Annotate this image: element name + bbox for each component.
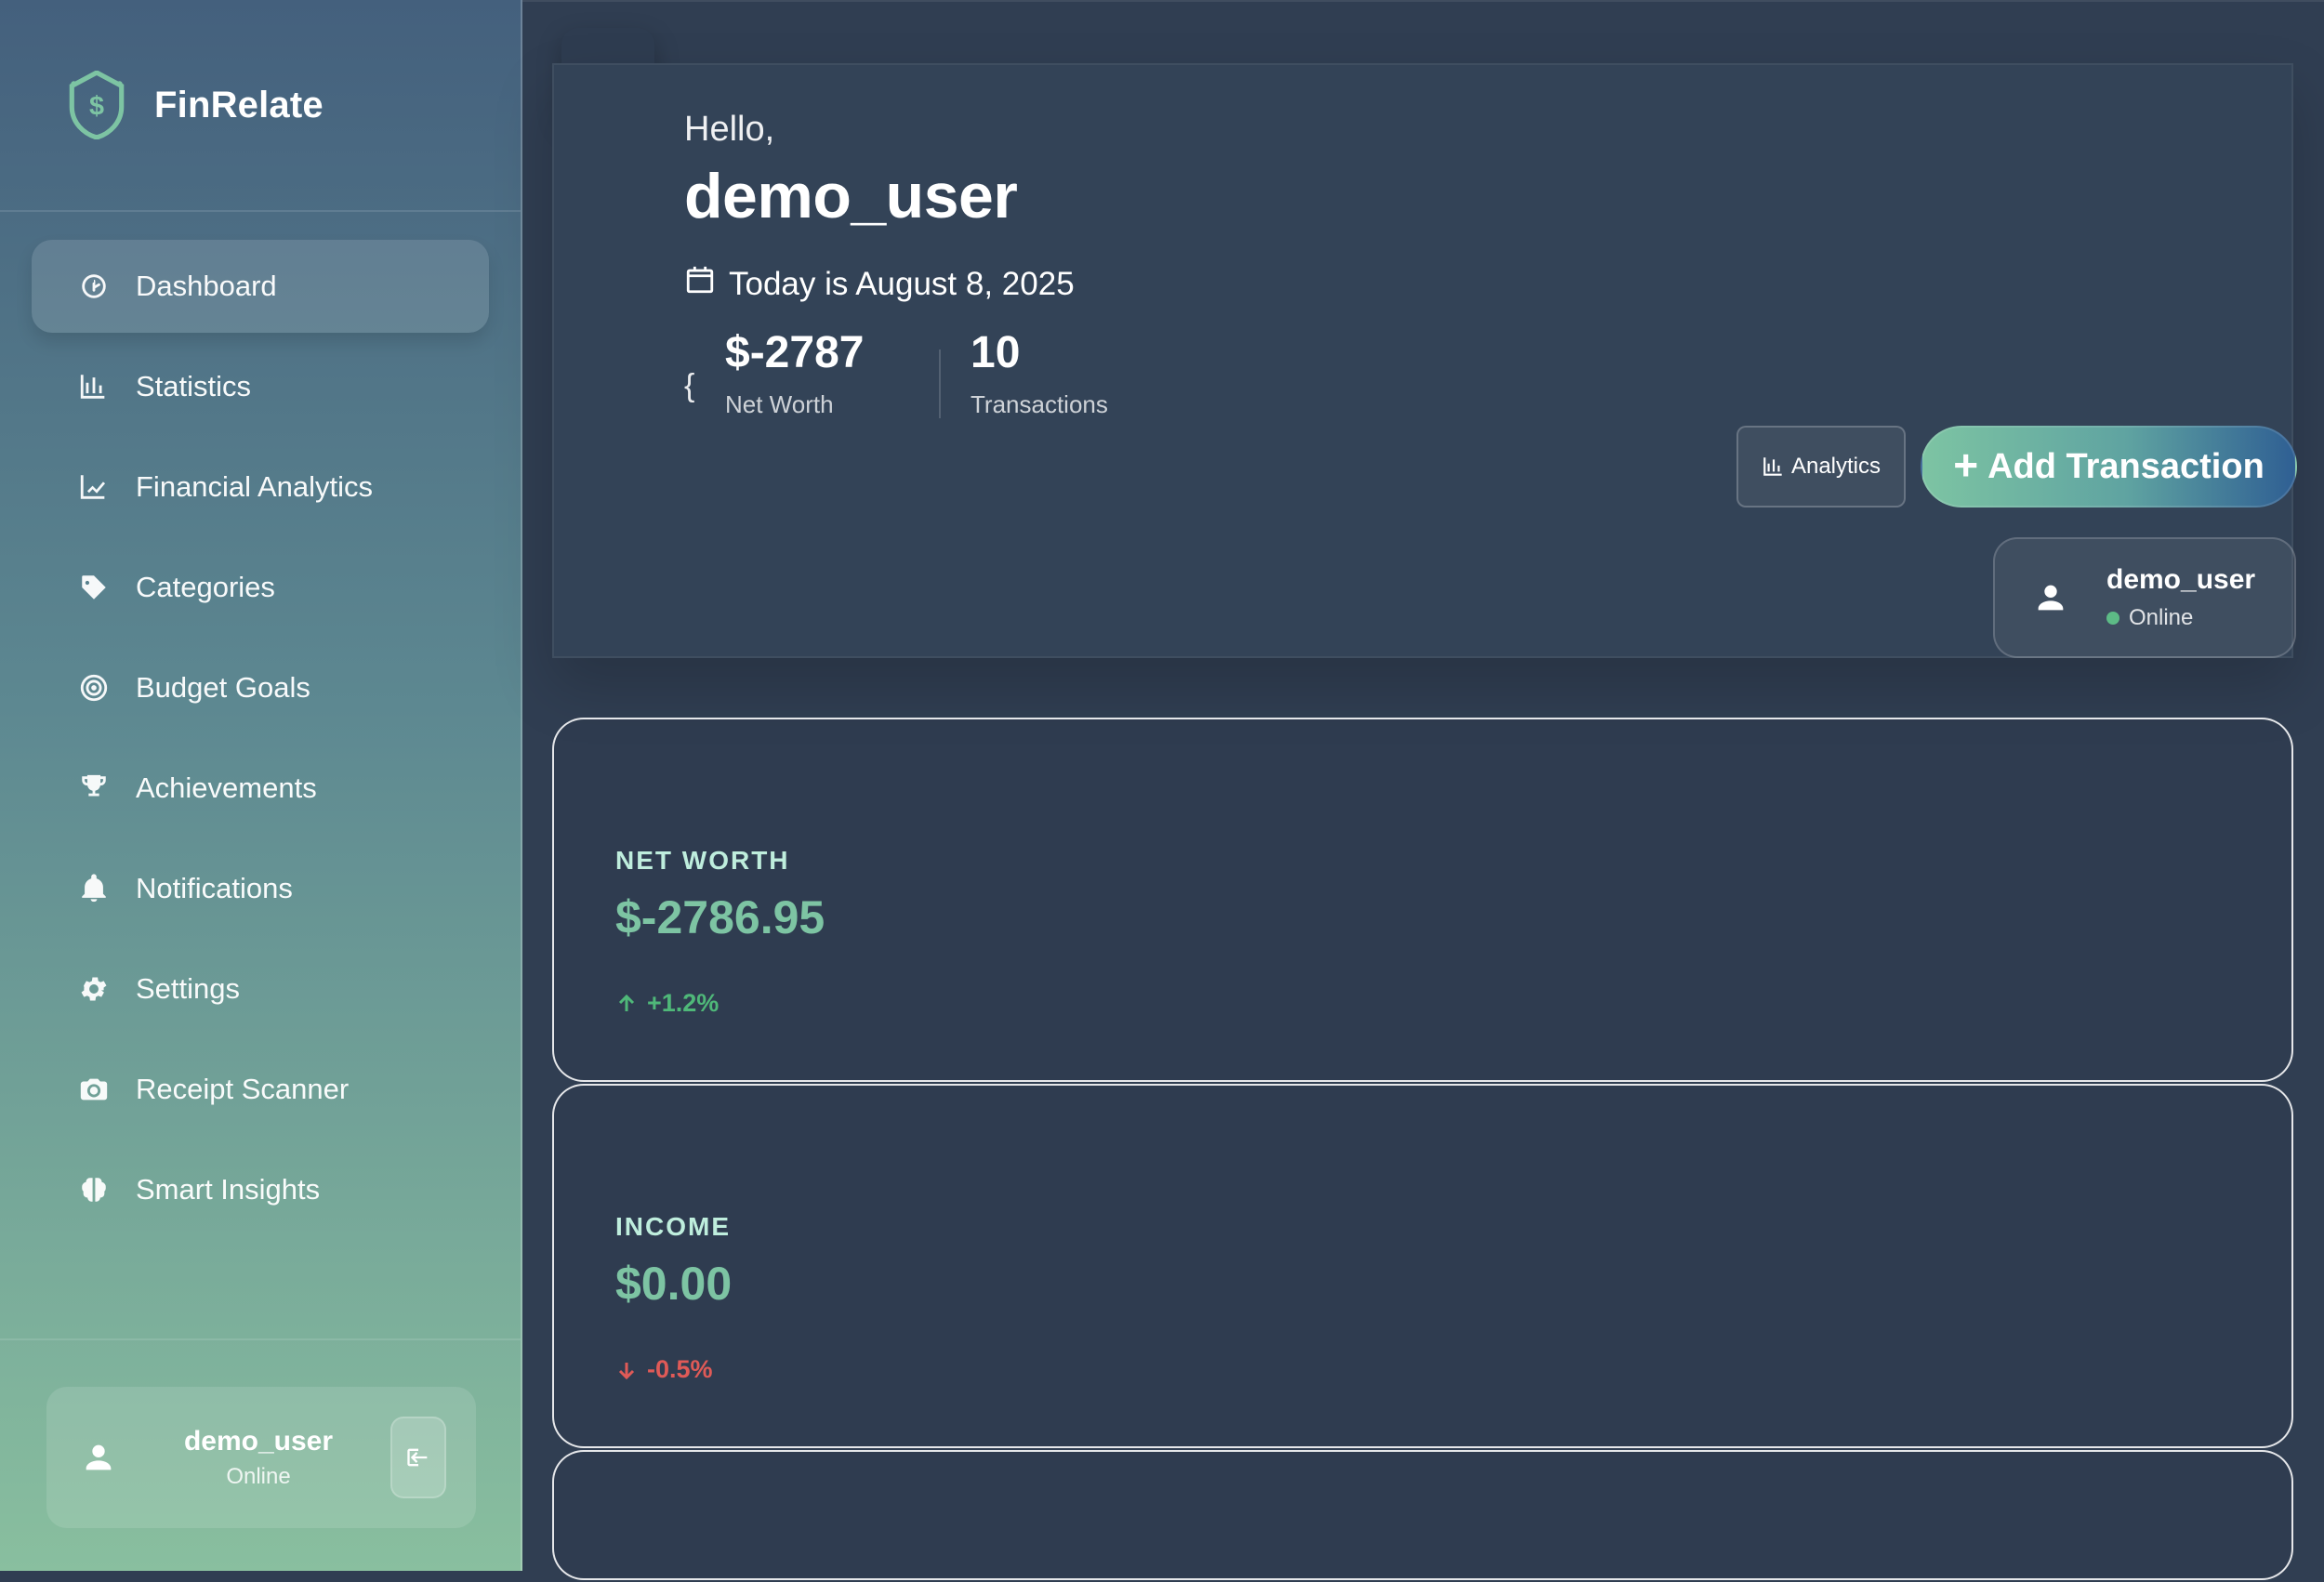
sidebar-item-label: Financial Analytics bbox=[136, 470, 374, 503]
sidebar-item-label: Categories bbox=[136, 571, 275, 603]
sidebar-item-settings[interactable]: Settings bbox=[32, 943, 489, 1035]
add-transaction-button[interactable]: + Add Transaction bbox=[1921, 426, 2297, 508]
plus-icon: + bbox=[1953, 441, 1979, 489]
card-change: -0.5% bbox=[615, 1355, 713, 1384]
line-chart-icon bbox=[76, 469, 112, 505]
header-stat-transactions: 10 Transactions bbox=[971, 331, 1108, 419]
sidebar-item-label: Statistics bbox=[136, 370, 252, 402]
sidebar-item-budget-goals[interactable]: Budget Goals bbox=[32, 641, 489, 734]
main-content: Hello, demo_user Today is August 8, 2025… bbox=[522, 0, 2324, 1580]
sidebar-nav: Dashboard Statistics Financial Analytics… bbox=[0, 212, 521, 1236]
header-user-text: demo_user Online bbox=[2106, 564, 2255, 631]
welcome-header: Hello, demo_user Today is August 8, 2025… bbox=[552, 63, 2297, 658]
card-change-text: -0.5% bbox=[647, 1355, 713, 1383]
card-change-text: +1.2% bbox=[647, 989, 720, 1017]
bar-chart-icon bbox=[76, 369, 112, 404]
sidebar-user-name: demo_user bbox=[183, 1425, 334, 1457]
sidebar-item-receipt-scanner[interactable]: Receipt Scanner bbox=[32, 1043, 489, 1136]
header-stat-value: $-2787 bbox=[725, 328, 865, 377]
date-row: Today is August 8, 2025 bbox=[684, 264, 1075, 304]
header-user-name: demo_user bbox=[2106, 564, 2256, 595]
user-icon bbox=[46, 1387, 151, 1528]
sidebar-item-label: Dashboard bbox=[136, 270, 277, 302]
sidebar-item-categories[interactable]: Categories bbox=[32, 541, 489, 634]
header-user-status: Online bbox=[2129, 605, 2194, 630]
header-stat-label: Net Worth bbox=[725, 390, 834, 418]
user-icon bbox=[1995, 579, 2106, 616]
summary-card-income[interactable]: INCOME $0.00 -0.5% bbox=[552, 1084, 2293, 1448]
card-value: $-2786.95 bbox=[615, 891, 825, 943]
analytics-button-label: Analytics bbox=[1790, 454, 1882, 479]
sidebar-item-label: Notifications bbox=[136, 872, 293, 904]
logout-icon bbox=[407, 1448, 428, 1467]
top-divider bbox=[522, 0, 2324, 2]
header-stat-label: Transactions bbox=[971, 390, 1108, 418]
summary-card-net-worth[interactable]: NET WORTH $-2786.95 +1.2% bbox=[552, 718, 2293, 1082]
tags-icon bbox=[76, 570, 112, 605]
sidebar-item-label: Budget Goals bbox=[136, 671, 310, 704]
sidebar-item-achievements[interactable]: Achievements bbox=[32, 742, 489, 835]
bar-chart-icon bbox=[1763, 457, 1782, 476]
header-user-status-row: Online bbox=[2106, 605, 2255, 631]
add-transaction-label: Add Transaction bbox=[1987, 446, 2265, 486]
app-root: $ FinRelate Dashboard Statistics Financi… bbox=[0, 0, 2324, 1580]
sidebar: $ FinRelate Dashboard Statistics Financi… bbox=[0, 0, 522, 1571]
brace-glyph: { bbox=[684, 368, 695, 403]
header-stat-net-worth: $-2787 Net Worth bbox=[725, 331, 864, 419]
arrow-up-icon bbox=[618, 994, 635, 1011]
sidebar-user-card[interactable]: demo_user Online bbox=[46, 1387, 476, 1528]
sidebar-footer: demo_user Online bbox=[0, 1338, 521, 1571]
sidebar-brand[interactable]: $ FinRelate bbox=[0, 0, 521, 212]
speedometer-icon bbox=[76, 269, 112, 304]
header-stat-value: 10 bbox=[971, 328, 1021, 377]
gear-icon bbox=[76, 971, 112, 1007]
sidebar-item-statistics[interactable]: Statistics bbox=[32, 340, 489, 433]
greeting-username: demo_user bbox=[684, 161, 1018, 231]
sidebar-item-smart-insights[interactable]: Smart Insights bbox=[32, 1143, 489, 1236]
camera-icon bbox=[76, 1072, 112, 1107]
sidebar-item-label: Smart Insights bbox=[136, 1173, 321, 1206]
sidebar-user-text: demo_user Online bbox=[151, 1426, 390, 1490]
header-user-chip[interactable]: demo_user Online bbox=[1993, 537, 2296, 658]
online-dot bbox=[2106, 612, 2119, 625]
summary-card-partial bbox=[552, 1450, 2293, 1580]
sidebar-item-label: Achievements bbox=[136, 771, 317, 804]
summary-cards: NET WORTH $-2786.95 +1.2% INCOME $0.00 -… bbox=[552, 718, 2293, 1582]
analytics-button[interactable]: Analytics bbox=[1736, 426, 1906, 508]
bell-icon bbox=[76, 871, 112, 906]
card-label: NET WORTH bbox=[615, 846, 790, 875]
card-change: +1.2% bbox=[615, 989, 719, 1018]
card-value: $0.00 bbox=[615, 1258, 733, 1310]
trophy-icon bbox=[76, 771, 112, 806]
sidebar-item-dashboard[interactable]: Dashboard bbox=[32, 240, 489, 333]
sidebar-item-label: Receipt Scanner bbox=[136, 1073, 350, 1105]
arrow-down-icon bbox=[618, 1362, 635, 1379]
sidebar-item-label: Settings bbox=[136, 972, 241, 1005]
svg-text:$: $ bbox=[89, 91, 104, 121]
sidebar-user-status: Online bbox=[226, 1463, 291, 1489]
card-label: INCOME bbox=[615, 1212, 731, 1241]
logout-button[interactable] bbox=[390, 1417, 446, 1498]
date-text: Today is August 8, 2025 bbox=[729, 265, 1075, 302]
brain-icon bbox=[76, 1172, 112, 1207]
brand-title: FinRelate bbox=[154, 84, 324, 125]
greeting-text: Hello, bbox=[684, 110, 775, 149]
sidebar-item-financial-analytics[interactable]: Financial Analytics bbox=[32, 441, 489, 534]
stat-divider bbox=[939, 349, 941, 418]
sidebar-item-notifications[interactable]: Notifications bbox=[32, 842, 489, 935]
shield-dollar-icon: $ bbox=[65, 71, 128, 139]
target-icon bbox=[76, 670, 112, 705]
calendar-icon bbox=[684, 264, 716, 304]
